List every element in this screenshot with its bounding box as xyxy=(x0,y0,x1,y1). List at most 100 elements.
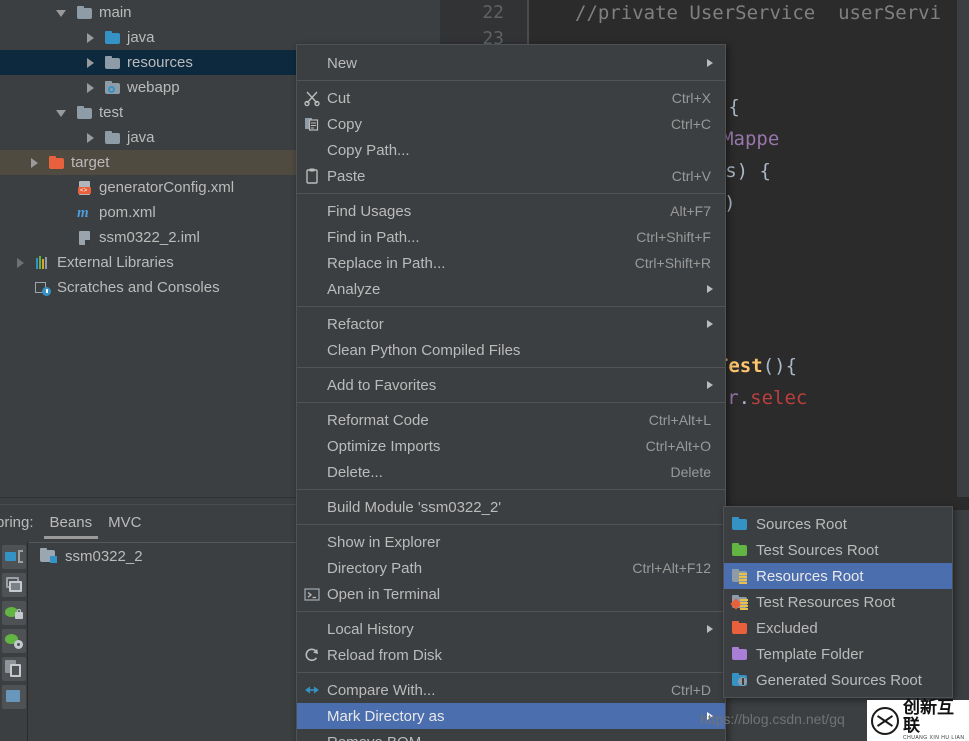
tree-item-label: ssm0322_2.iml xyxy=(99,229,200,246)
code-token: selec xyxy=(750,387,808,409)
menu-item-add-to-favorites[interactable]: Add to Favorites xyxy=(297,372,725,398)
submenu-arrow-icon xyxy=(707,285,713,293)
expand-all-icon[interactable] xyxy=(1,545,26,569)
tree-item-main[interactable]: main xyxy=(0,0,440,25)
menu-item-shortcut: Ctrl+Alt+F12 xyxy=(632,560,711,576)
menu-item-refactor[interactable]: Refactor xyxy=(297,311,725,337)
ide-window: 22 23 //private UserService userServic v… xyxy=(0,0,969,741)
chevron-right-icon[interactable] xyxy=(14,257,26,269)
tree-item-label: target xyxy=(71,154,110,171)
context-menu[interactable]: New Cut Ctrl+X Copy Ctrl+C Copy Path... Paste C… xyxy=(296,44,726,741)
menu-item-copy-path[interactable]: Copy Path... xyxy=(297,137,725,163)
compare-icon xyxy=(303,681,321,699)
tree-scrollbar[interactable] xyxy=(957,0,969,497)
menu-item-new[interactable]: New xyxy=(297,50,725,76)
menu-item-label: Find in Path... xyxy=(327,228,420,246)
menu-item-label: Remove BOM xyxy=(327,734,711,741)
tree-item-label: main xyxy=(99,4,132,21)
menu-item-build-module-ssm0322-2[interactable]: Build Module 'ssm0322_2' xyxy=(297,494,725,520)
menu-item-shortcut: Ctrl+Shift+R xyxy=(634,255,711,271)
beans-locked-icon[interactable] xyxy=(1,601,26,625)
submenu-item-resources-root[interactable]: Resources Root xyxy=(724,563,952,589)
menu-item-compare-with[interactable]: Compare With... Ctrl+D xyxy=(297,677,725,703)
submenu-item-label: Template Folder xyxy=(756,645,864,663)
menu-item-replace-in-path[interactable]: Replace in Path... Ctrl+Shift+R xyxy=(297,250,725,276)
chevron-down-icon[interactable] xyxy=(56,7,68,19)
menu-item-label: Add to Favorites xyxy=(327,376,437,394)
menu-item-label: Clean Python Compiled Files xyxy=(327,341,521,359)
menu-item-optimize-imports[interactable]: Optimize Imports Ctrl+Alt+O xyxy=(297,433,725,459)
chevron-down-icon[interactable] xyxy=(56,107,68,119)
duplicate-icon[interactable] xyxy=(1,657,26,681)
menu-item-local-history[interactable]: Local History xyxy=(297,616,725,642)
menu-item-label: Refactor xyxy=(327,315,384,333)
chevron-right-icon[interactable] xyxy=(28,157,40,169)
menu-item-reload-from-disk[interactable]: Reload from Disk xyxy=(297,642,725,668)
menu-item-cut[interactable]: Cut Ctrl+X xyxy=(297,85,725,111)
menu-item-label: Paste xyxy=(327,167,366,185)
chevron-right-icon[interactable] xyxy=(84,132,96,144)
extra-tool-icon[interactable] xyxy=(1,685,26,709)
submenu-item-template-folder[interactable]: Template Folder xyxy=(724,641,952,667)
menu-item-label: Local History xyxy=(327,620,414,638)
tree-item-label: Scratches and Consoles xyxy=(57,279,220,296)
menu-item-shortcut: Ctrl+V xyxy=(671,168,711,184)
menu-item-clean-python-compiled-files[interactable]: Clean Python Compiled Files xyxy=(297,337,725,363)
menu-separator xyxy=(297,524,725,525)
menu-item-show-in-explorer[interactable]: Show in Explorer xyxy=(297,529,725,555)
tab-beans[interactable]: Beans xyxy=(43,514,98,539)
tree-item-label: generatorConfig.xml xyxy=(99,179,235,196)
spring-toolbar[interactable] xyxy=(0,542,28,741)
folder-grey-icon xyxy=(104,55,122,71)
menu-item-label: Copy xyxy=(327,115,363,133)
menu-item-find-usages[interactable]: Find Usages Alt+F7 xyxy=(297,198,725,224)
menu-item-label: Optimize Imports xyxy=(327,437,441,455)
mark-directory-as-submenu[interactable]: Sources Root Test Sources Root Resources R… xyxy=(723,506,953,698)
menu-separator xyxy=(297,306,725,307)
submenu-item-sources-root[interactable]: Sources Root xyxy=(724,511,952,537)
menu-item-copy[interactable]: Copy Ctrl+C xyxy=(297,111,725,137)
menu-item-label: Delete... xyxy=(327,463,383,481)
submenu-item-label: Test Resources Root xyxy=(756,593,896,611)
menu-item-open-in-terminal[interactable]: Open in Terminal xyxy=(297,581,725,607)
menu-item-mark-directory-as[interactable]: Mark Directory as xyxy=(297,703,725,729)
submenu-item-test-resources-root[interactable]: Test Resources Root xyxy=(724,589,952,615)
collapse-all-icon[interactable] xyxy=(1,573,26,597)
menu-item-directory-path[interactable]: Directory Path Ctrl+Alt+F12 xyxy=(297,555,725,581)
menu-item-label: Copy Path... xyxy=(327,141,410,159)
menu-item-analyze[interactable]: Analyze xyxy=(297,276,725,302)
tree-item-label: java xyxy=(127,129,155,146)
menu-separator xyxy=(297,672,725,673)
menu-separator xyxy=(297,611,725,612)
refresh-icon xyxy=(303,646,321,664)
submenu-arrow-icon xyxy=(707,59,713,67)
submenu-item-excluded[interactable]: Excluded xyxy=(724,615,952,641)
tree-item-label: pom.xml xyxy=(99,204,156,221)
menu-item-paste[interactable]: Paste Ctrl+V xyxy=(297,163,725,189)
scissors-icon xyxy=(303,89,321,107)
menu-item-reformat-code[interactable]: Reformat Code Ctrl+Alt+L xyxy=(297,407,725,433)
submenu-item-label: Excluded xyxy=(756,619,818,637)
watermark-logo: 创新互联 CHUANG XIN HU LIAN xyxy=(867,699,969,741)
submenu-item-generated-sources-root[interactable]: Generated Sources Root xyxy=(724,667,952,693)
chevron-right-icon[interactable] xyxy=(84,32,96,44)
folder-grey-icon xyxy=(76,5,94,21)
folder-resources-icon xyxy=(731,568,749,584)
tab-mvc[interactable]: MVC xyxy=(108,514,141,537)
folder-green-icon xyxy=(731,542,749,558)
menu-item-shortcut: Ctrl+Shift+F xyxy=(636,229,711,245)
menu-item-find-in-path[interactable]: Find in Path... Ctrl+Shift+F xyxy=(297,224,725,250)
submenu-item-test-sources-root[interactable]: Test Sources Root xyxy=(724,537,952,563)
submenu-item-label: Sources Root xyxy=(756,515,847,533)
beans-settings-icon[interactable] xyxy=(1,629,26,653)
menu-item-label: Compare With... xyxy=(327,681,436,699)
menu-item-remove-bom[interactable]: Remove BOM xyxy=(297,729,725,741)
clipboard-icon xyxy=(303,167,321,185)
menu-item-shortcut: Delete xyxy=(670,464,711,480)
folder-orange-icon xyxy=(48,155,66,171)
chevron-right-icon[interactable] xyxy=(84,57,96,69)
iml-file-icon xyxy=(76,230,94,246)
chevron-right-icon[interactable] xyxy=(84,82,96,94)
menu-item-delete[interactable]: Delete... Delete xyxy=(297,459,725,485)
